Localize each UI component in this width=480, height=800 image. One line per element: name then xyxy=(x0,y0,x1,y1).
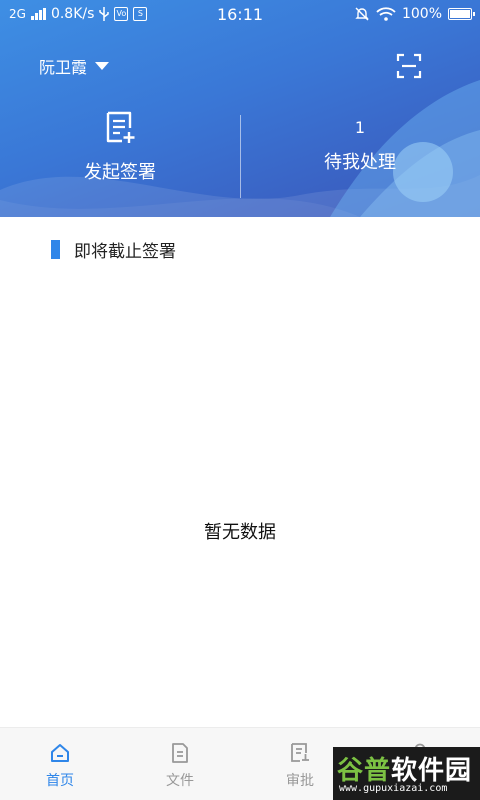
scan-icon[interactable] xyxy=(396,53,422,79)
tab-home[interactable]: 首页 xyxy=(0,728,120,800)
status-bar: 2G 0.8K/s Vo S 16:11 100% xyxy=(0,0,480,30)
user-selector[interactable]: 阮卫霞 xyxy=(39,54,110,78)
home-screen: 2G 0.8K/s Vo S 16:11 100% 阮卫霞 发起签署 1 待我处… xyxy=(0,0,480,800)
mute-bell-icon xyxy=(355,7,369,21)
file-icon xyxy=(172,743,188,763)
section-title: 即将截止签署 xyxy=(74,242,176,262)
user-name: 阮卫霞 xyxy=(39,58,88,77)
section-header: 即将截止签署 xyxy=(51,237,176,262)
approval-icon xyxy=(291,743,309,762)
watermark-url: www.gupuxiazai.com xyxy=(339,783,448,794)
start-sign-label: 发起签署 xyxy=(84,162,156,183)
watermark-logo: 谷普软件园 www.gupuxiazai.com xyxy=(333,747,480,800)
battery-percent: 100% xyxy=(401,6,442,22)
pending-count: 1 xyxy=(354,118,366,137)
tab-home-label: 首页 xyxy=(46,773,74,789)
tab-file[interactable]: 文件 xyxy=(120,728,240,800)
empty-state-text: 暂无数据 xyxy=(204,522,276,543)
start-sign-button[interactable]: 发起签署 xyxy=(0,110,240,190)
tab-file-label: 文件 xyxy=(166,773,194,789)
battery-icon xyxy=(448,8,475,20)
wifi-icon xyxy=(376,7,396,21)
pending-button[interactable]: 1 待我处理 xyxy=(240,110,480,190)
section-accent-bar xyxy=(51,240,60,259)
caret-down-icon xyxy=(95,62,110,70)
watermark-part1: 谷普 xyxy=(337,756,392,786)
watermark-part2: 软件园 xyxy=(391,756,473,786)
home-icon xyxy=(51,744,69,762)
new-document-icon xyxy=(106,111,135,143)
pending-label: 待我处理 xyxy=(324,152,396,173)
header-banner: 2G 0.8K/s Vo S 16:11 100% 阮卫霞 发起签署 1 待我处… xyxy=(0,0,480,217)
